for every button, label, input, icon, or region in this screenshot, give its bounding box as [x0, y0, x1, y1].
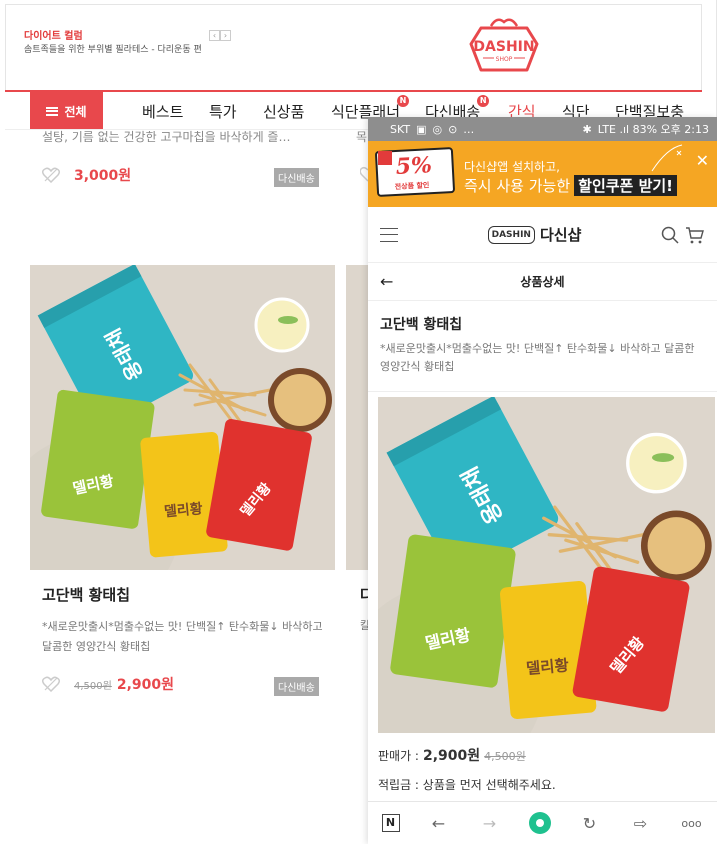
- logo-text: DASHIN: [473, 39, 534, 55]
- pack-label: 델리황: [163, 500, 203, 520]
- mobile-header: DASHIN 다신샵: [368, 207, 717, 263]
- coupon-text: 전상품 할인: [394, 181, 430, 192]
- browser-toolbar: N ← → ↻ ⇨ ooo: [368, 801, 717, 844]
- mobile-screenshot: SKT ▣ ◎ ⊙ … ✱ LTE .ıl 83% 오후 2:13 5% 전상품…: [368, 117, 717, 844]
- hamburger-icon[interactable]: [380, 227, 398, 242]
- nav-item-new[interactable]: 신상품: [263, 101, 304, 122]
- status-bar: SKT ▣ ◎ ⊙ … ✱ LTE .ıl 83% 오후 2:13: [368, 117, 717, 141]
- gallery-icon: ▣: [416, 122, 427, 136]
- product-photo-partial: [346, 265, 368, 570]
- product-photo: 용태채 델리황 델리황 델리황: [378, 397, 715, 733]
- product-desc: *새로운맛출시*멈출수없는 맛! 단백질↑ 탄수화물↓ 바삭하고 달콤한 영양간…: [42, 620, 323, 653]
- heart-icon[interactable]: [42, 167, 60, 183]
- carrier: SKT: [390, 122, 411, 136]
- brand-badge: DASHIN: [487, 225, 535, 244]
- browser-back-button[interactable]: ←: [427, 814, 451, 833]
- cart-icon[interactable]: [685, 225, 705, 245]
- mobile-brand[interactable]: DASHIN 다신샵: [487, 224, 582, 245]
- promo-title[interactable]: 다이어트 컬럼: [24, 27, 83, 42]
- nav-all-label: 전체: [64, 104, 87, 119]
- coupon-ribbon-icon: [378, 151, 392, 165]
- reload-button[interactable]: ↻: [578, 814, 602, 833]
- nav-all-button[interactable]: 전체: [30, 92, 103, 129]
- banner-line1: 다신샵앱 설치하고,: [464, 160, 560, 174]
- coupon-percent: 5%: [395, 152, 433, 180]
- promo-next-button[interactable]: ›: [220, 30, 231, 41]
- delivery-tag: 다신배송: [274, 677, 319, 696]
- nav-item-sale[interactable]: 특가: [209, 101, 237, 122]
- more-button[interactable]: ooo: [680, 817, 704, 830]
- play-icon: ⊙: [448, 122, 458, 136]
- mobile-price: 2,900원: [422, 748, 481, 764]
- mobile-product-name: 고단백 황태칩: [380, 317, 463, 333]
- mobile-point-text: 적립금 : 상품을 먼저 선택해주세요.: [378, 778, 556, 792]
- product-old-price: 4,500원: [74, 680, 112, 692]
- nav-item-best[interactable]: 베스트: [142, 101, 183, 122]
- naver-home-button[interactable]: N: [381, 814, 400, 832]
- product-price: 2,900원: [116, 677, 174, 693]
- mobile-product-desc: *새로운맛출시*멈출수없는 맛! 단백질↑ 탄수화물↓ 바삭하고 달콤한 영양간…: [380, 342, 695, 373]
- heart-icon[interactable]: [360, 166, 368, 182]
- heart-icon[interactable]: [42, 676, 60, 692]
- green-dot-button[interactable]: [528, 812, 551, 834]
- share-button[interactable]: ⇨: [629, 814, 653, 833]
- mobile-subheader: ← 상품상세: [368, 263, 717, 301]
- product-image-partial[interactable]: [346, 265, 368, 570]
- product-price-row: 4,500원 2,900원: [42, 674, 174, 694]
- product-photo: 용태채 델리황 델리황 델리황: [30, 265, 335, 570]
- brand-name: 다신샵: [539, 226, 582, 244]
- banner-highlight[interactable]: 할인쿠폰 받기!: [574, 175, 678, 196]
- dashin-logo[interactable]: DASHIN SHOP: [467, 14, 541, 74]
- app-install-banner[interactable]: 5% 전상품 할인 다신샵앱 설치하고, 즉시 사용 가능한 할인쿠폰 받기! …: [368, 141, 717, 207]
- new-badge: N: [397, 95, 410, 107]
- page-title: 상품상세: [520, 275, 565, 289]
- sparkle-icon: [651, 144, 683, 172]
- promo-prev-button[interactable]: ‹: [209, 30, 220, 41]
- prev-card-price: 3,000원: [74, 168, 132, 184]
- banner-line2: 즉시 사용 가능한 할인쿠폰 받기!: [464, 175, 678, 196]
- mobile-price-row: 판매가 : 2,900원 4,500원: [378, 745, 526, 765]
- product-name[interactable]: 고단백 황태칩: [42, 584, 130, 605]
- delivery-tag: 다신배송: [274, 168, 319, 187]
- mobile-old-price: 4,500원: [484, 750, 526, 763]
- product-image[interactable]: 용태채 델리황 델리황 델리황: [30, 265, 335, 570]
- banner-close-button[interactable]: ✕: [696, 151, 709, 170]
- price-label: 판매가 :: [378, 749, 419, 763]
- logo-sub: SHOP: [496, 56, 513, 63]
- promo-arrows: ‹ ›: [209, 30, 231, 41]
- status-right: LTE .ıl 83% 오후 2:13: [597, 123, 709, 136]
- pack-label: 델리황: [525, 655, 569, 678]
- banner-line2-text: 즉시 사용 가능한: [464, 177, 571, 195]
- promo-subtitle[interactable]: 솜트족들을 위한 부위별 필라테스 - 다리운동 편: [24, 45, 209, 56]
- more-notifications-icon: …: [463, 122, 475, 136]
- new-badge: N: [477, 95, 490, 107]
- prev-card-desc: 설탕, 기름 없는 건강한 고구마칩을 바삭하게 즐…: [42, 130, 291, 144]
- instagram-icon: ◎: [432, 122, 443, 136]
- menu-icon: [46, 106, 59, 116]
- search-icon[interactable]: [661, 226, 679, 244]
- mobile-product-image[interactable]: 용태채 델리황 델리황 델리황: [378, 397, 715, 733]
- prev-card-desc-right: 목: [356, 130, 368, 144]
- browser-forward-button[interactable]: →: [478, 814, 502, 833]
- prev-card-price-row: 3,000원: [42, 165, 131, 185]
- bluetooth-icon: ✱: [582, 122, 592, 136]
